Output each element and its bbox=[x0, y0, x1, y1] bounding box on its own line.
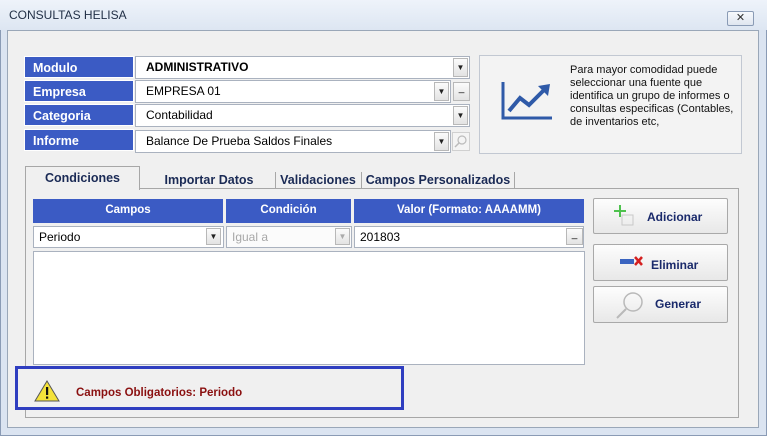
tab-condiciones[interactable]: Condiciones bbox=[25, 166, 140, 190]
delete-button[interactable]: Eliminar bbox=[593, 244, 728, 281]
categoria-value: Contabilidad bbox=[146, 108, 213, 122]
informe-dropdown-icon[interactable]: ▼ bbox=[434, 132, 449, 151]
delete-button-label: Eliminar bbox=[651, 258, 699, 272]
empresa-select[interactable]: EMPRESA 01 bbox=[135, 80, 451, 103]
tab-importar-datos[interactable]: Importar Datos bbox=[144, 169, 274, 191]
empresa-browse-button[interactable]: _ bbox=[453, 82, 470, 101]
tab-divider bbox=[361, 172, 362, 188]
informe-search-button[interactable] bbox=[452, 132, 470, 151]
campo-select[interactable]: Periodo bbox=[33, 226, 224, 248]
valor-browse-button[interactable]: _ bbox=[566, 228, 583, 245]
empresa-label: Empresa bbox=[24, 80, 134, 102]
modulo-value: ADMINISTRATIVO bbox=[146, 60, 249, 74]
tab-campos-personalizados[interactable]: Campos Personalizados bbox=[363, 169, 513, 191]
valor-input[interactable]: 201803 bbox=[354, 226, 584, 248]
modulo-dropdown-icon[interactable]: ▼ bbox=[453, 58, 468, 77]
close-button[interactable]: ✕ bbox=[727, 11, 754, 26]
categoria-select[interactable]: Contabilidad bbox=[135, 104, 470, 127]
add-icon bbox=[614, 205, 634, 226]
categoria-dropdown-icon[interactable]: ▼ bbox=[453, 106, 468, 125]
magnifier-icon bbox=[616, 292, 643, 319]
search-icon bbox=[454, 135, 467, 148]
header-condicion: Condición bbox=[226, 199, 351, 223]
title-bar: CONSULTAS HELISA ✕ bbox=[0, 0, 767, 30]
empresa-dropdown-icon[interactable]: ▼ bbox=[434, 82, 449, 101]
campo-dropdown-icon[interactable]: ▼ bbox=[206, 228, 221, 245]
add-button[interactable]: Adicionar bbox=[593, 198, 728, 234]
delete-icon bbox=[620, 256, 643, 266]
tab-divider bbox=[275, 172, 276, 188]
campo-value: Periodo bbox=[39, 230, 81, 244]
condicion-dropdown-icon[interactable]: ▼ bbox=[335, 228, 350, 245]
window-title: CONSULTAS HELISA bbox=[9, 8, 127, 22]
valor-value: 201803 bbox=[360, 230, 401, 244]
modulo-label: Modulo bbox=[24, 56, 134, 78]
header-campos: Campos bbox=[33, 199, 223, 223]
add-button-label: Adicionar bbox=[647, 210, 703, 224]
condicion-value: Igual a bbox=[232, 230, 269, 244]
generate-button-label: Generar bbox=[655, 297, 702, 311]
empresa-value: EMPRESA 01 bbox=[146, 84, 221, 98]
conditions-list[interactable] bbox=[33, 251, 585, 365]
generate-button[interactable]: Generar bbox=[593, 286, 728, 323]
info-text: Para mayor comodidad puede seleccionar u… bbox=[570, 64, 734, 128]
modulo-select[interactable]: ADMINISTRATIVO bbox=[135, 56, 470, 79]
informe-select[interactable]: Balance De Prueba Saldos Finales bbox=[135, 130, 451, 153]
informe-label: Informe bbox=[24, 129, 134, 151]
categoria-label: Categoria bbox=[24, 104, 134, 126]
tab-divider bbox=[514, 172, 515, 188]
warning-banner: Campos Obligatorios: Periodo bbox=[15, 366, 404, 410]
warning-icon bbox=[34, 380, 60, 402]
tab-validaciones[interactable]: Validaciones bbox=[277, 169, 359, 191]
chart-trend-icon bbox=[501, 82, 552, 120]
warning-text: Campos Obligatorios: Periodo bbox=[76, 387, 243, 399]
header-valor: Valor (Formato: AAAAMM) bbox=[354, 199, 584, 223]
informe-value: Balance De Prueba Saldos Finales bbox=[146, 134, 333, 148]
condicion-select[interactable]: Igual a bbox=[226, 226, 352, 248]
